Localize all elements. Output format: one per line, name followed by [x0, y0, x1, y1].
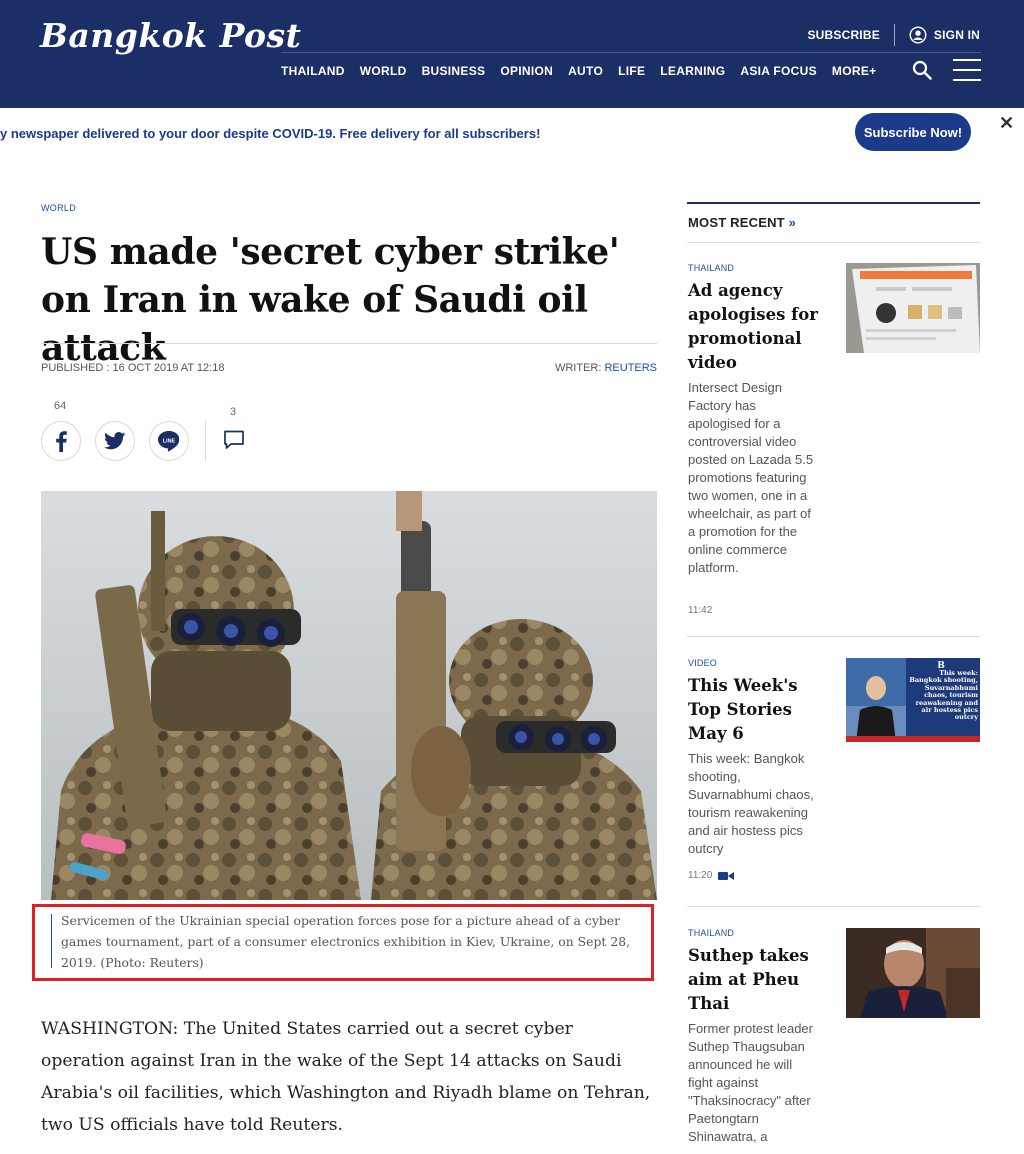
line-share-button[interactable]: LINE: [149, 421, 189, 461]
sidebar-item-title[interactable]: Ad agency apologises for promotional vid…: [688, 279, 828, 375]
sidebar-video-thumbnail[interactable]: B This week: Bangkok shooting, Suvarnabh…: [846, 658, 980, 742]
divider: [687, 906, 980, 907]
nav-auto[interactable]: AUTO: [568, 64, 603, 78]
writer-link[interactable]: REUTERS: [604, 362, 657, 374]
sidebar-item-desc: This week: Bangkok shooting, Suvarnabhum…: [688, 751, 814, 856]
chevron-right-icon: »: [788, 215, 797, 230]
divider: [205, 421, 206, 461]
nav-thailand[interactable]: THAILAND: [281, 64, 345, 78]
facebook-share-button[interactable]: [41, 421, 81, 461]
sidebar-item-time: 11:42: [688, 605, 713, 616]
published-date: PUBLISHED : 16 OCT 2019 AT 12:18: [41, 362, 225, 374]
sidebar-item-thumbnail[interactable]: [846, 928, 980, 1018]
divider: [41, 343, 657, 344]
article-section-tag[interactable]: WORLD: [41, 203, 76, 213]
sign-in-link[interactable]: SIGN IN: [934, 28, 980, 42]
line-icon: LINE: [158, 431, 180, 452]
article-body-paragraph: WASHINGTON: The United States carried ou…: [41, 1019, 651, 1135]
video-icon: [718, 871, 735, 880]
sidebar-item-time-row: 11:20: [688, 870, 735, 881]
user-icon[interactable]: [909, 26, 927, 44]
video-thumb-caption: This week: Bangkok shooting, Suvarnabhum…: [909, 670, 978, 722]
most-recent-heading[interactable]: MOST RECENT »: [688, 215, 796, 230]
site-logo[interactable]: Bangkok Post: [40, 16, 301, 55]
twitter-share-button[interactable]: [95, 421, 135, 461]
article-writer: WRITER: REUTERS: [555, 362, 657, 374]
sidebar-item-desc: Intersect Design Factory has apologised …: [688, 380, 814, 575]
facebook-share-count: 64: [54, 400, 67, 412]
sidebar-item-thumbnail[interactable]: [846, 263, 980, 353]
sidebar-top-rule: [687, 202, 980, 204]
nav-business[interactable]: BUSINESS: [422, 64, 486, 78]
nav-more[interactable]: MORE+: [832, 64, 877, 78]
nav-asia-focus[interactable]: ASIA FOCUS: [740, 64, 817, 78]
sidebar-item-desc: Former protest leader Suthep Thaugsuban …: [688, 1021, 813, 1144]
subscribe-link[interactable]: SUBSCRIBE: [807, 28, 879, 42]
nav-life[interactable]: LIFE: [618, 64, 645, 78]
facebook-icon: [56, 431, 67, 452]
nav-world[interactable]: WORLD: [360, 64, 407, 78]
most-recent-label: MOST RECENT: [688, 215, 785, 230]
main-nav: THAILAND WORLD BUSINESS OPINION AUTO LIF…: [281, 64, 891, 78]
promo-text: y newspaper delivered to your door despi…: [0, 126, 541, 141]
sidebar-item-tag[interactable]: THAILAND: [688, 263, 734, 273]
sidebar-item-tag[interactable]: VIDEO: [688, 658, 717, 668]
search-icon[interactable]: [912, 60, 932, 80]
sidebar-item-tag[interactable]: THAILAND: [688, 928, 734, 938]
line-label: LINE: [163, 439, 176, 445]
article-hero-image: [41, 491, 657, 900]
divider: [687, 636, 980, 637]
nav-learning[interactable]: LEARNING: [660, 64, 725, 78]
comment-icon[interactable]: [222, 428, 246, 452]
nav-divider: [281, 52, 981, 53]
twitter-icon: [104, 432, 126, 450]
close-icon[interactable]: ✕: [999, 113, 1014, 134]
nav-opinion[interactable]: OPINION: [500, 64, 553, 78]
menu-icon[interactable]: [953, 59, 981, 81]
sidebar-item-title[interactable]: Suthep takes aim at Pheu Thai: [688, 944, 828, 1016]
article-headline: US made 'secret cyber strike' on Iran in…: [41, 231, 620, 369]
divider: [893, 24, 895, 46]
photo-caption: Servicemen of the Ukrainian special oper…: [61, 913, 631, 970]
subscribe-now-button[interactable]: Subscribe Now!: [855, 113, 971, 151]
comment-count: 3: [230, 406, 237, 418]
writer-label: WRITER:: [554, 362, 605, 374]
caption-accent-bar: [51, 914, 52, 968]
divider: [687, 242, 980, 243]
sidebar-item-title[interactable]: This Week's Top Stories May 6: [688, 674, 828, 746]
sidebar-item-time: 11:20: [688, 870, 713, 881]
site-header: Bangkok Post SUBSCRIBE SIGN IN THAILAND …: [0, 0, 1024, 108]
account-links: SUBSCRIBE SIGN IN: [807, 24, 980, 46]
